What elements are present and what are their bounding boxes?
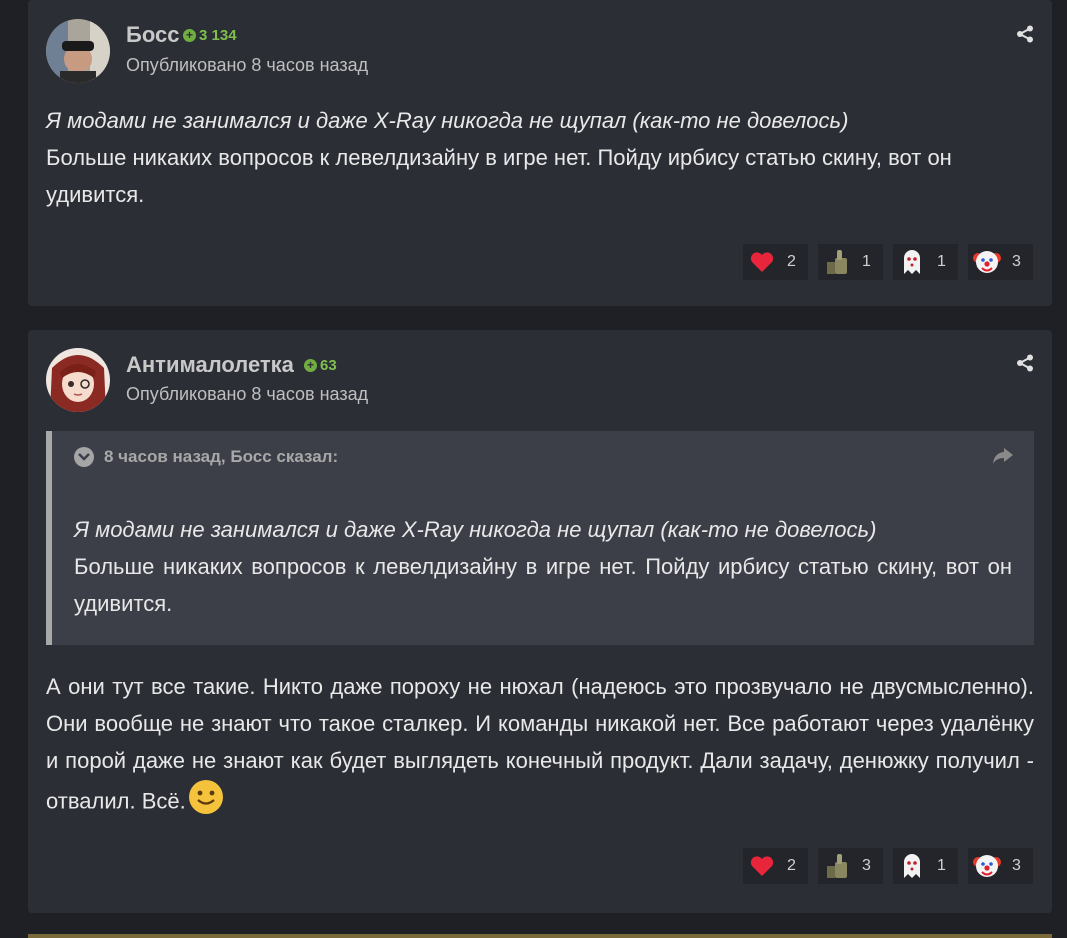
clown-icon xyxy=(970,245,1004,279)
reaction-ghost[interactable]: 1 xyxy=(893,848,958,884)
author-name[interactable]: Босс xyxy=(126,22,179,48)
smile-icon xyxy=(188,779,224,826)
clown-icon xyxy=(970,849,1004,883)
reaction-clown[interactable]: 3 xyxy=(968,244,1033,280)
heart-icon xyxy=(745,245,779,279)
post-line-italic: Я модами не занимался и даже X-Ray никог… xyxy=(46,108,849,133)
quote-block: 8 часов назад, Босс сказал: Я модами не … xyxy=(46,431,1034,645)
quote-header[interactable]: 8 часов назад, Босс сказал: xyxy=(74,447,338,467)
heart-icon xyxy=(745,849,779,883)
next-post-edge xyxy=(28,934,1052,938)
post-line: Больше никаких вопросов к левелдизайну в… xyxy=(46,145,952,207)
reaction-heart[interactable]: 2 xyxy=(743,244,808,280)
reaction-thumbs-up[interactable]: 1 xyxy=(818,244,883,280)
thumbs-up-icon xyxy=(820,245,854,279)
plus-icon: + xyxy=(183,29,196,42)
thumbs-up-icon xyxy=(820,849,854,883)
reaction-count: 2 xyxy=(787,253,796,270)
share-icon[interactable] xyxy=(1016,354,1034,372)
post-body: Я модами не занимался и даже X-Ray никог… xyxy=(46,102,1034,213)
reaction-count: 2 xyxy=(787,857,796,874)
author-name[interactable]: Антималолетка xyxy=(126,352,294,378)
reputation-badge: + 63 xyxy=(304,357,337,374)
reaction-heart[interactable]: 2 xyxy=(743,848,808,884)
quote-line-italic: Я модами не занимался и даже X-Ray никог… xyxy=(74,517,877,542)
reputation-badge: + 3 134 xyxy=(183,27,237,44)
chevron-down-icon[interactable] xyxy=(74,447,94,467)
ghost-icon xyxy=(895,849,929,883)
reaction-count: 1 xyxy=(937,253,946,270)
reaction-count: 3 xyxy=(1012,253,1021,270)
share-icon[interactable] xyxy=(1016,25,1034,43)
reactions-bar: 2 1 1 3 xyxy=(733,244,1033,280)
post-1: Босс + 3 134 Опубликовано 8 часов назад … xyxy=(28,0,1052,306)
post-body: А они тут все такие. Никто даже пороху н… xyxy=(46,668,1034,826)
ghost-icon xyxy=(895,245,929,279)
reply-arrow-icon[interactable] xyxy=(992,447,1014,465)
quote-line: Больше никаких вопросов к левелдизайну в… xyxy=(74,554,1012,616)
reaction-ghost[interactable]: 1 xyxy=(893,244,958,280)
published-time: Опубликовано 8 часов назад xyxy=(126,55,369,75)
reaction-clown[interactable]: 3 xyxy=(968,848,1033,884)
reputation-value: 3 134 xyxy=(199,27,237,44)
post-2: Антималолетка + 63 Опубликовано 8 часов … xyxy=(28,330,1052,913)
reaction-count: 3 xyxy=(862,857,871,874)
reaction-count: 1 xyxy=(937,857,946,874)
plus-icon: + xyxy=(304,359,317,372)
reactions-bar: 2 3 1 3 xyxy=(733,848,1033,884)
reaction-count: 1 xyxy=(862,253,871,270)
avatar[interactable] xyxy=(46,19,110,83)
reaction-count: 3 xyxy=(1012,857,1021,874)
reaction-thumbs-up[interactable]: 3 xyxy=(818,848,883,884)
avatar[interactable] xyxy=(46,348,110,412)
quote-body: Я модами не занимался и даже X-Ray никог… xyxy=(74,511,1012,622)
published-time: Опубликовано 8 часов назад xyxy=(126,384,369,404)
reputation-value: 63 xyxy=(320,357,337,374)
quote-header-text: 8 часов назад, Босс сказал: xyxy=(104,447,339,466)
